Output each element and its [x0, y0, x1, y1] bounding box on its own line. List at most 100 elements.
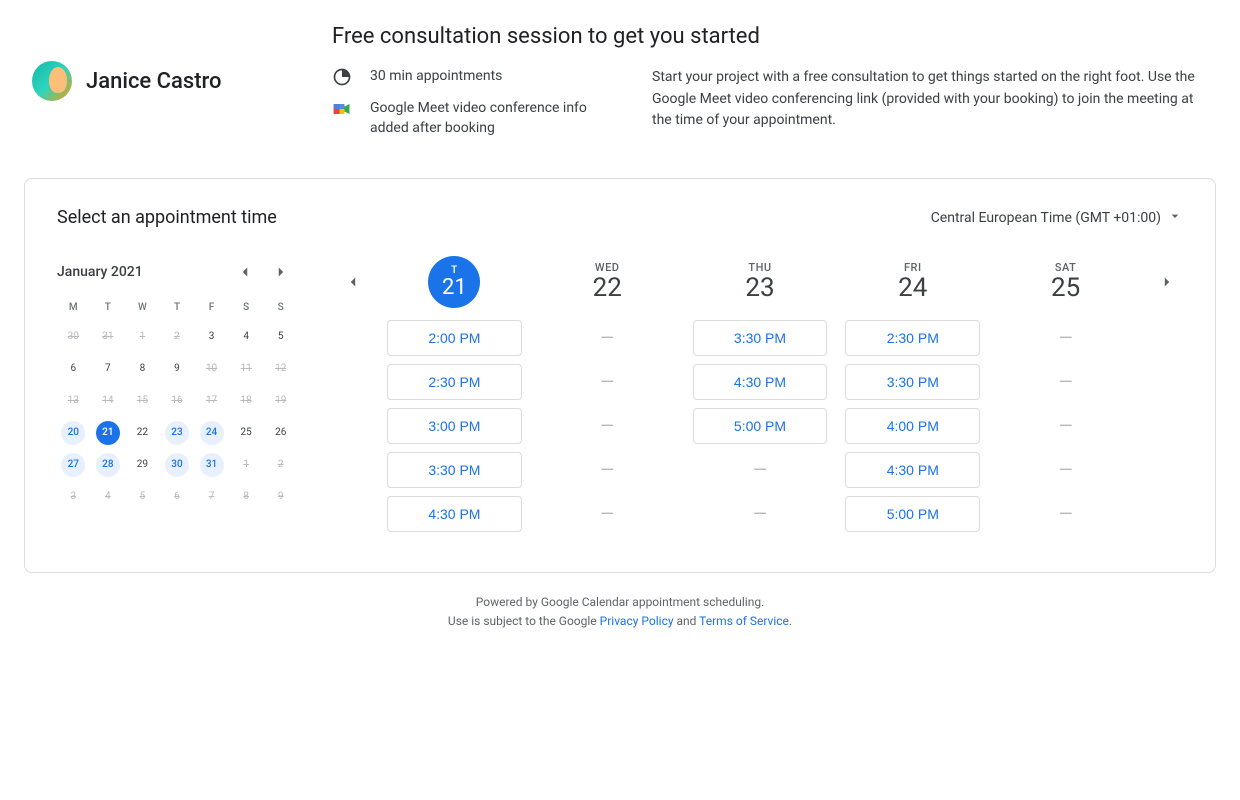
page-title: Free consultation session to get you sta… [332, 24, 1216, 49]
calendar-day: 10 [200, 357, 224, 381]
time-slot-button[interactable]: 3:30 PM [693, 320, 828, 356]
calendar-day: 12 [269, 357, 293, 381]
calendar-day: 18 [234, 389, 258, 413]
calendar-day[interactable]: 29 [130, 453, 154, 477]
calendar-prev-button[interactable] [229, 256, 261, 288]
empty-slot: — [998, 452, 1133, 488]
empty-slot: — [693, 452, 828, 488]
calendar-day[interactable]: 31 [200, 453, 224, 477]
calendar-dow: W [126, 298, 159, 319]
empty-slot: — [998, 496, 1133, 532]
calendar-day[interactable]: 30 [165, 453, 189, 477]
calendar-day: 15 [130, 389, 154, 413]
calendar-day: 30 [61, 325, 85, 349]
calendar-day[interactable]: 4 [234, 325, 258, 349]
calendar-day: 9 [269, 485, 293, 509]
calendar-day: 8 [234, 485, 258, 509]
weekday-label: T [451, 265, 458, 276]
slots-prev-button[interactable] [337, 266, 369, 298]
calendar-day: 14 [96, 389, 120, 413]
calendar-day[interactable]: 26 [269, 421, 293, 445]
calendar-day[interactable]: 8 [130, 357, 154, 381]
timezone-label: Central European Time (GMT +01:00) [931, 210, 1161, 226]
day-column-head: T21 [428, 256, 480, 308]
empty-slot: — [540, 408, 675, 444]
calendar-day: 1 [130, 325, 154, 349]
calendar-next-button[interactable] [265, 256, 297, 288]
chevron-left-icon [236, 263, 254, 281]
empty-slot: — [540, 496, 675, 532]
terms-of-service-link[interactable]: Terms of Service [699, 614, 789, 628]
calendar-dow: T [92, 298, 125, 319]
mini-calendar: January 2021 MTWTFSS30311234567891011121… [57, 256, 297, 532]
host-info: Janice Castro [32, 24, 292, 138]
calendar-day: 1 [234, 453, 258, 477]
day-number: 24 [898, 274, 927, 303]
time-slot-button[interactable]: 3:30 PM [845, 364, 980, 400]
avatar [32, 61, 72, 101]
calendar-day[interactable]: 23 [165, 421, 189, 445]
calendar-day[interactable]: 9 [165, 357, 189, 381]
privacy-policy-link[interactable]: Privacy Policy [600, 614, 674, 628]
calendar-day[interactable]: 3 [200, 325, 224, 349]
time-slot-button[interactable]: 4:30 PM [693, 364, 828, 400]
calendar-day: 17 [200, 389, 224, 413]
calendar-month-label: January 2021 [57, 264, 143, 280]
time-slot-button[interactable]: 5:00 PM [845, 496, 980, 532]
calendar-day[interactable]: 25 [234, 421, 258, 445]
day-column: T21 2:00 PM 2:30 PM 3:00 PM 3:30 PM 4:30 PM [387, 256, 522, 532]
day-number: 25 [1051, 274, 1080, 303]
meta-duration: 30 min appointments [332, 67, 592, 87]
day-column: SAT25————— [998, 256, 1133, 532]
day-number: 22 [593, 274, 622, 303]
time-slot-button[interactable]: 5:00 PM [693, 408, 828, 444]
day-number: 21 [442, 276, 467, 300]
google-meet-icon [332, 99, 352, 119]
timezone-selector[interactable]: Central European Time (GMT +01:00) [931, 208, 1183, 228]
day-column-head: WED22 [593, 256, 622, 308]
meta-meet: Google Meet video conference info added … [332, 99, 592, 138]
calendar-day[interactable]: 5 [269, 325, 293, 349]
time-slot-button[interactable]: 4:30 PM [387, 496, 522, 532]
time-slot-button[interactable]: 4:00 PM [845, 408, 980, 444]
calendar-day[interactable]: 24 [200, 421, 224, 445]
day-column-head: FRI24 [898, 256, 927, 308]
chevron-left-icon [344, 273, 362, 291]
time-slot-button[interactable]: 2:30 PM [845, 320, 980, 356]
day-column: WED22————— [540, 256, 675, 532]
time-slot-button[interactable]: 3:30 PM [387, 452, 522, 488]
calendar-day[interactable]: 28 [96, 453, 120, 477]
calendar-dow: F [195, 298, 228, 319]
time-slot-button[interactable]: 4:30 PM [845, 452, 980, 488]
footer-and: and [674, 614, 700, 628]
calendar-day[interactable]: 27 [61, 453, 85, 477]
time-slot-button[interactable]: 2:30 PM [387, 364, 522, 400]
calendar-day[interactable]: 22 [130, 421, 154, 445]
time-slot-button[interactable]: 2:00 PM [387, 320, 522, 356]
calendar-day: 31 [96, 325, 120, 349]
empty-slot: — [540, 364, 675, 400]
calendar-dow: S [264, 298, 297, 319]
calendar-day[interactable]: 20 [61, 421, 85, 445]
booking-card: Select an appointment time Central Europ… [24, 178, 1216, 573]
calendar-day[interactable]: 7 [96, 357, 120, 381]
calendar-day: 7 [200, 485, 224, 509]
calendar-day: 4 [96, 485, 120, 509]
calendar-day[interactable]: 21 [96, 421, 120, 445]
meta-duration-text: 30 min appointments [370, 67, 502, 87]
calendar-day[interactable]: 6 [61, 357, 85, 381]
slots-next-button[interactable] [1151, 266, 1183, 298]
clock-icon [332, 67, 352, 87]
calendar-day: 2 [165, 325, 189, 349]
meta-meet-text: Google Meet video conference info added … [370, 99, 592, 138]
footer-prefix: Use is subject to the Google [448, 614, 600, 628]
calendar-day: 16 [165, 389, 189, 413]
footer-line1: Powered by Google Calendar appointment s… [24, 593, 1216, 612]
calendar-day: 5 [130, 485, 154, 509]
day-column: THU233:30 PM4:30 PM5:00 PM—— [693, 256, 828, 532]
description: Start your project with a free consultat… [652, 67, 1212, 138]
calendar-dow: M [57, 298, 90, 319]
time-slot-button[interactable]: 3:00 PM [387, 408, 522, 444]
calendar-day: 19 [269, 389, 293, 413]
calendar-day: 13 [61, 389, 85, 413]
